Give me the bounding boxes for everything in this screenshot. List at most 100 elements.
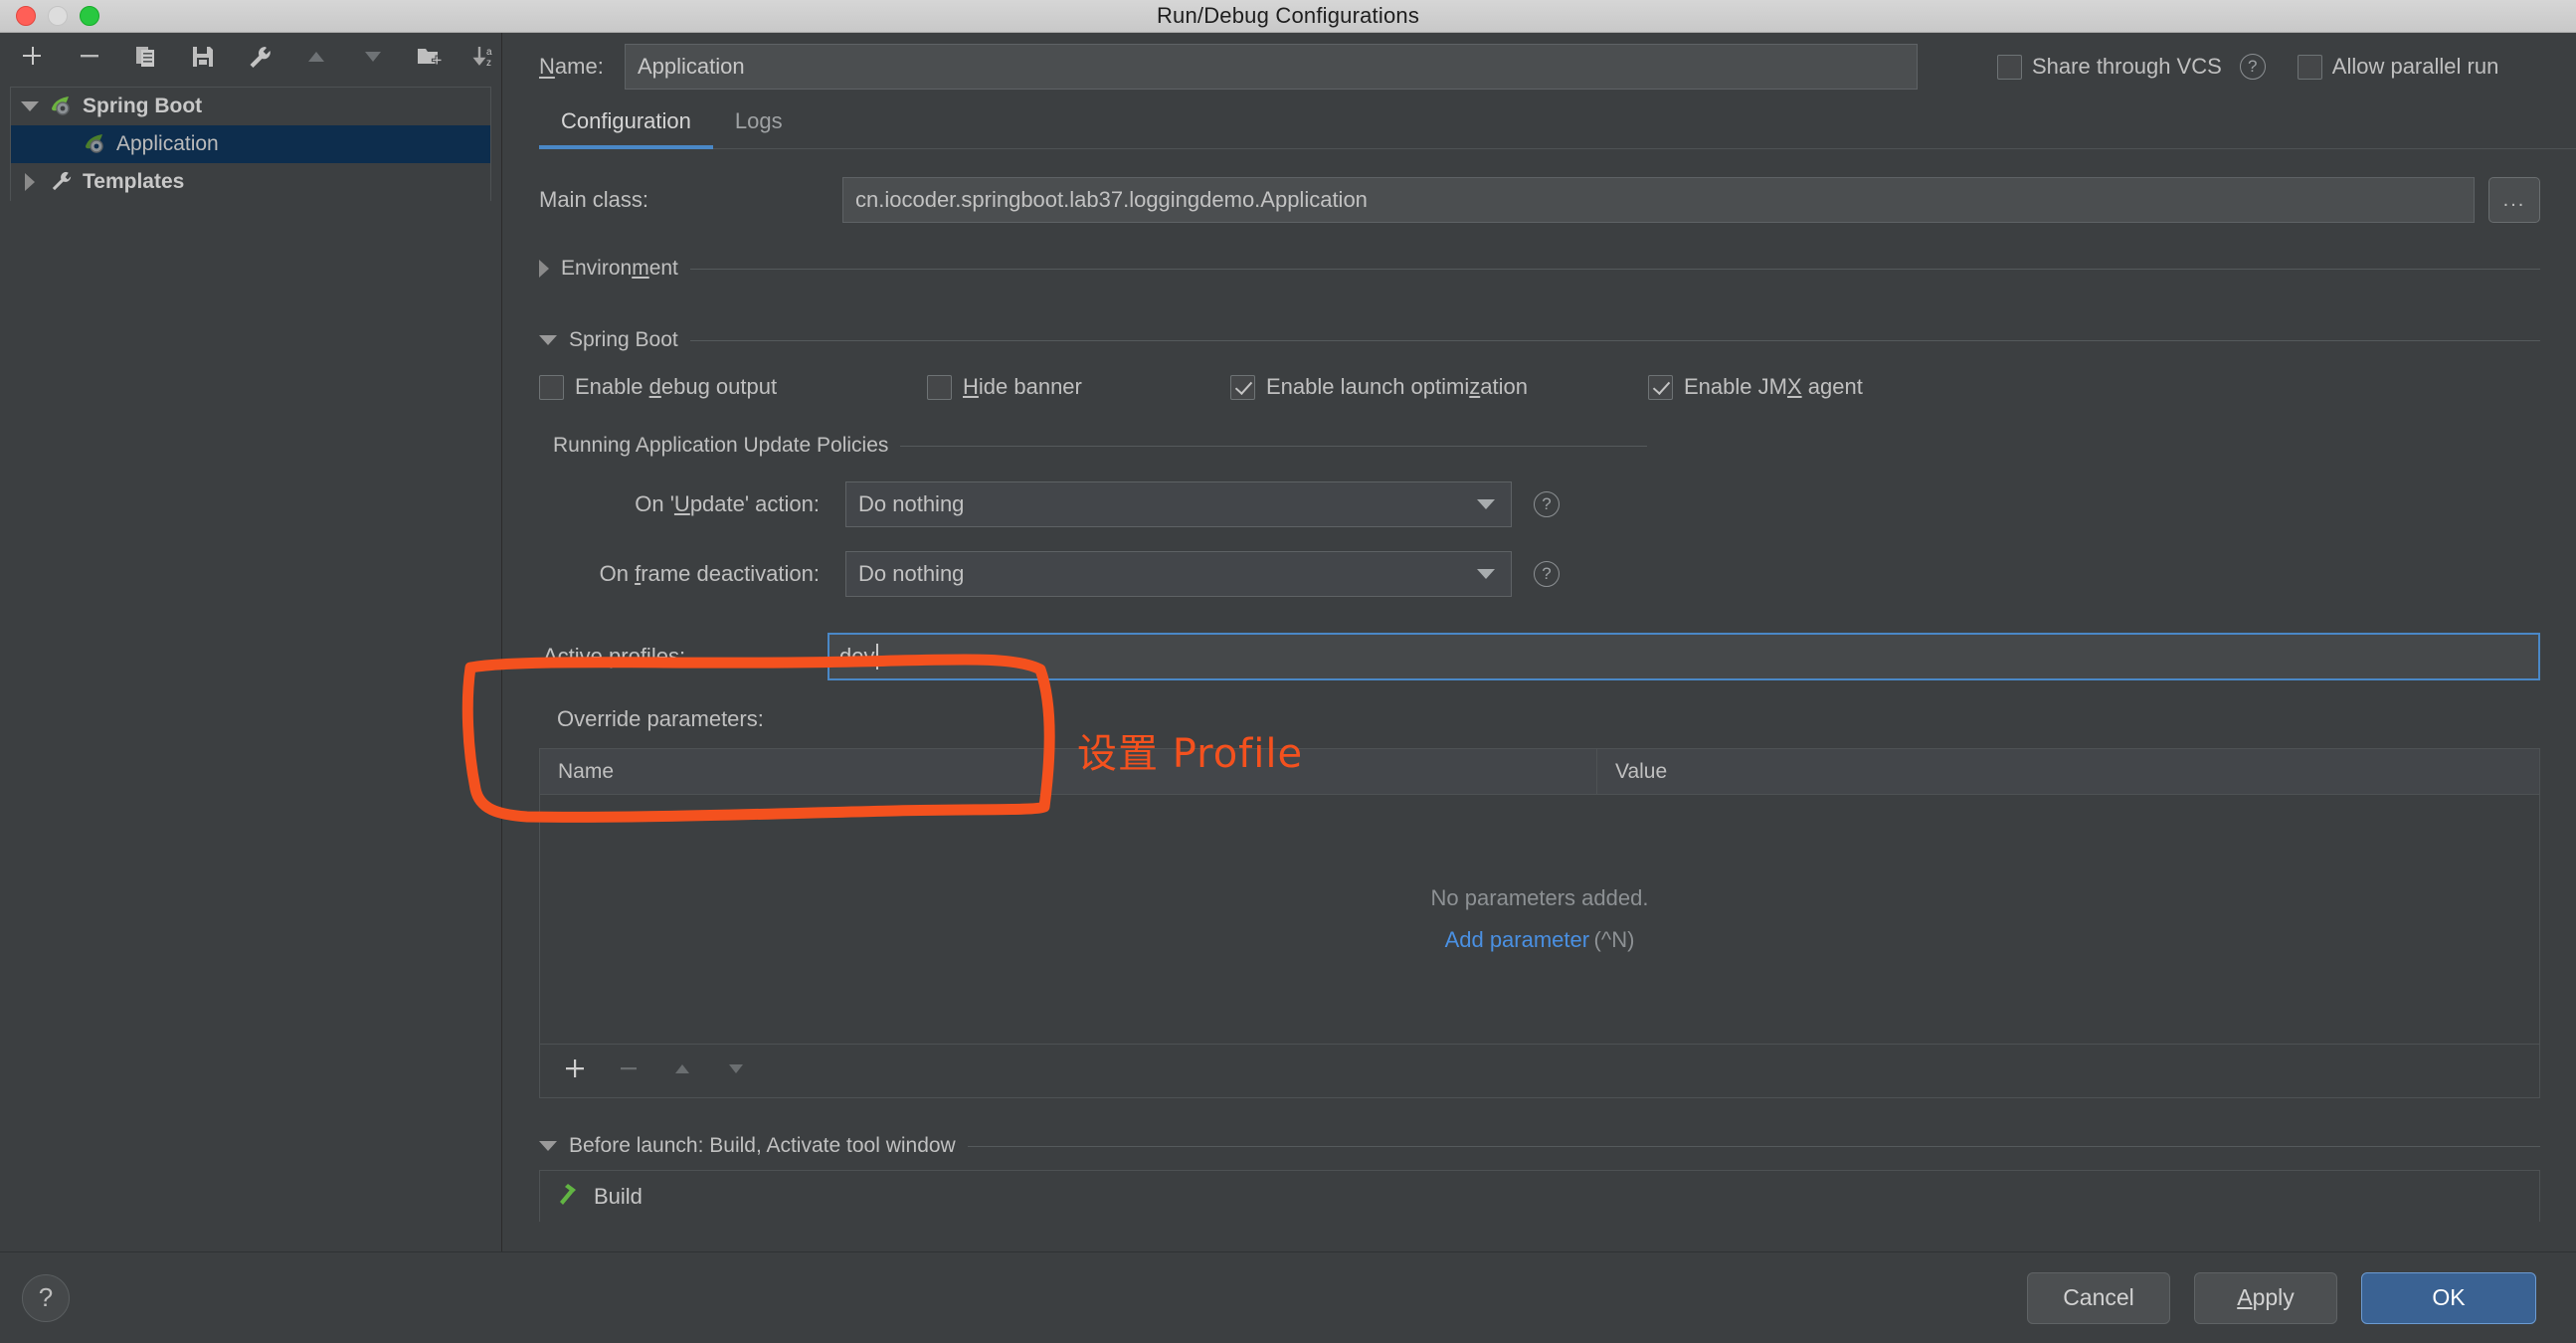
help-button[interactable]: ?	[22, 1274, 70, 1322]
environment-section-header[interactable]: Environment	[539, 257, 2540, 281]
active-profiles-row: Active profiles: dev	[539, 633, 2540, 680]
name-row: Name: Share through VCS ? Allow parallel…	[503, 33, 2576, 100]
allow-parallel-run-checkbox[interactable]: Allow parallel run	[2298, 54, 2499, 80]
spring-boot-icon	[83, 132, 110, 156]
section-divider	[690, 340, 2540, 341]
save-icon[interactable]	[188, 42, 217, 72]
svg-text:a: a	[486, 47, 492, 58]
section-divider	[968, 1146, 2540, 1147]
expand-arrow-templates[interactable]	[17, 173, 43, 191]
allow-parallel-run-checkbox-box[interactable]	[2298, 55, 2322, 80]
enable-debug-output-checkbox[interactable]: Enable debug output	[539, 374, 927, 400]
add-parameter-icon[interactable]	[562, 1055, 588, 1086]
expand-arrow-spring-boot[interactable]	[17, 101, 43, 111]
share-through-vcs-checkbox-box[interactable]	[1997, 55, 2022, 80]
help-icon[interactable]: ?	[2240, 54, 2266, 80]
spring-boot-checkbox-row: Enable debug output Hide banner Enable l…	[539, 374, 2540, 400]
cancel-button[interactable]: Cancel	[2027, 1272, 2170, 1324]
on-frame-deactivation-value: Do nothing	[858, 561, 964, 587]
spring-boot-section-header[interactable]: Spring Boot	[539, 328, 2540, 352]
update-policies-section-title: Running Application Update Policies	[553, 434, 888, 458]
on-frame-deactivation-label: On frame deactivation:	[557, 561, 845, 587]
tree-group-templates[interactable]: Templates	[11, 163, 490, 201]
main-class-label: Main class:	[539, 187, 842, 213]
allow-parallel-run-label: Allow parallel run	[2332, 54, 2499, 80]
add-parameter-row: Add parameter (^N)	[1445, 927, 1635, 953]
remove-icon[interactable]	[75, 42, 103, 72]
add-icon[interactable]	[18, 42, 47, 72]
update-policies-section-header: Running Application Update Policies	[553, 434, 1647, 458]
before-launch-header[interactable]: Before launch: Build, Activate tool wind…	[539, 1134, 2540, 1158]
name-input[interactable]	[625, 44, 1918, 90]
editor-tabs: Configuration Logs	[539, 108, 2576, 149]
ok-button[interactable]: OK	[2361, 1272, 2536, 1324]
help-icon[interactable]: ?	[1534, 491, 1560, 517]
main-class-input[interactable]: cn.iocoder.springboot.lab37.loggingdemo.…	[842, 177, 2475, 223]
enable-launch-optimization-box[interactable]	[1230, 375, 1255, 400]
new-folder-icon[interactable]	[416, 42, 445, 72]
hide-banner-box[interactable]	[927, 375, 952, 400]
apply-button[interactable]: Apply	[2194, 1272, 2337, 1324]
tree-group-label: Spring Boot	[83, 95, 202, 118]
wrench-icon	[49, 170, 77, 194]
run-debug-configurations-dialog: a z Spring Boot	[0, 33, 2576, 1343]
chevron-down-icon[interactable]	[539, 335, 557, 345]
main-class-row: Main class: cn.iocoder.springboot.lab37.…	[539, 177, 2540, 223]
tree-item-application[interactable]: Application	[11, 125, 490, 163]
move-parameter-up-icon	[669, 1055, 695, 1086]
parameters-table-body: No parameters added. Add parameter (^N)	[540, 795, 2539, 1044]
spring-boot-section-title: Spring Boot	[569, 328, 678, 352]
enable-jmx-agent-box[interactable]	[1648, 375, 1673, 400]
on-frame-deactivation-dropdown[interactable]: Do nothing	[845, 551, 1512, 597]
chevron-down-icon[interactable]	[1477, 499, 1495, 509]
chevron-right-icon[interactable]	[539, 260, 549, 278]
move-up-icon[interactable]	[302, 42, 331, 72]
chevron-down-icon[interactable]	[539, 1141, 557, 1151]
copy-icon[interactable]	[131, 42, 160, 72]
active-profiles-label: Active profiles:	[539, 644, 828, 670]
on-update-action-dropdown[interactable]: Do nothing	[845, 481, 1512, 527]
sidebar-toolbar: a z	[0, 33, 501, 81]
hide-banner-checkbox[interactable]: Hide banner	[927, 374, 1230, 400]
empty-state-text: No parameters added.	[1431, 885, 1649, 911]
sort-alphabetically-icon[interactable]: a z	[472, 42, 501, 72]
column-header-name[interactable]: Name	[540, 749, 1597, 794]
tree-item-label: Application	[116, 132, 219, 156]
parameters-table: Name Value No parameters added. Add para…	[539, 748, 2540, 1098]
active-profiles-input[interactable]: dev	[828, 633, 2540, 680]
add-parameter-link[interactable]: Add parameter	[1445, 927, 1590, 952]
before-launch-item-build[interactable]: Build	[594, 1184, 643, 1210]
enable-jmx-agent-label: Enable JMX agent	[1684, 374, 1863, 400]
enable-debug-output-box[interactable]	[539, 375, 564, 400]
tab-logs[interactable]: Logs	[713, 108, 805, 148]
build-hammer-icon	[554, 1180, 582, 1213]
move-down-icon[interactable]	[359, 42, 388, 72]
active-profiles-value: dev	[839, 644, 874, 670]
configurations-sidebar: a z Spring Boot	[0, 33, 502, 1251]
annotation-label: 设置 Profile	[1077, 721, 1303, 779]
column-header-value[interactable]: Value	[1597, 749, 2539, 794]
footer-buttons: Cancel Apply OK	[2027, 1272, 2536, 1324]
configuration-form: Main class: cn.iocoder.springboot.lab37.…	[503, 177, 2576, 1222]
enable-launch-optimization-checkbox[interactable]: Enable launch optimization	[1230, 374, 1648, 400]
remove-parameter-icon	[616, 1055, 642, 1086]
tab-configuration[interactable]: Configuration	[539, 108, 713, 148]
share-through-vcs-checkbox[interactable]: Share through VCS	[1997, 54, 2222, 80]
help-icon[interactable]: ?	[1534, 561, 1560, 587]
window-title-bar: Run/Debug Configurations	[0, 0, 2576, 33]
chevron-down-icon[interactable]	[1477, 569, 1495, 579]
browse-main-class-button[interactable]: ...	[2488, 177, 2540, 223]
environment-section-title: Environment	[561, 257, 678, 281]
on-update-action-label: On 'Update' action:	[557, 491, 845, 517]
section-divider	[900, 446, 1647, 447]
before-launch-title: Before launch: Build, Activate tool wind…	[569, 1134, 956, 1158]
svg-text:z: z	[486, 58, 491, 69]
on-update-action-row: On 'Update' action: Do nothing ?	[557, 481, 2540, 527]
enable-jmx-agent-checkbox[interactable]: Enable JMX agent	[1648, 374, 1863, 400]
configurations-tree[interactable]: Spring Boot Application	[10, 87, 491, 201]
tree-group-spring-boot[interactable]: Spring Boot	[11, 88, 490, 125]
window-title: Run/Debug Configurations	[0, 3, 2576, 29]
add-parameter-shortcut: (^N)	[1594, 927, 1635, 952]
enable-launch-optimization-label: Enable launch optimization	[1266, 374, 1528, 400]
wrench-icon[interactable]	[245, 42, 274, 72]
